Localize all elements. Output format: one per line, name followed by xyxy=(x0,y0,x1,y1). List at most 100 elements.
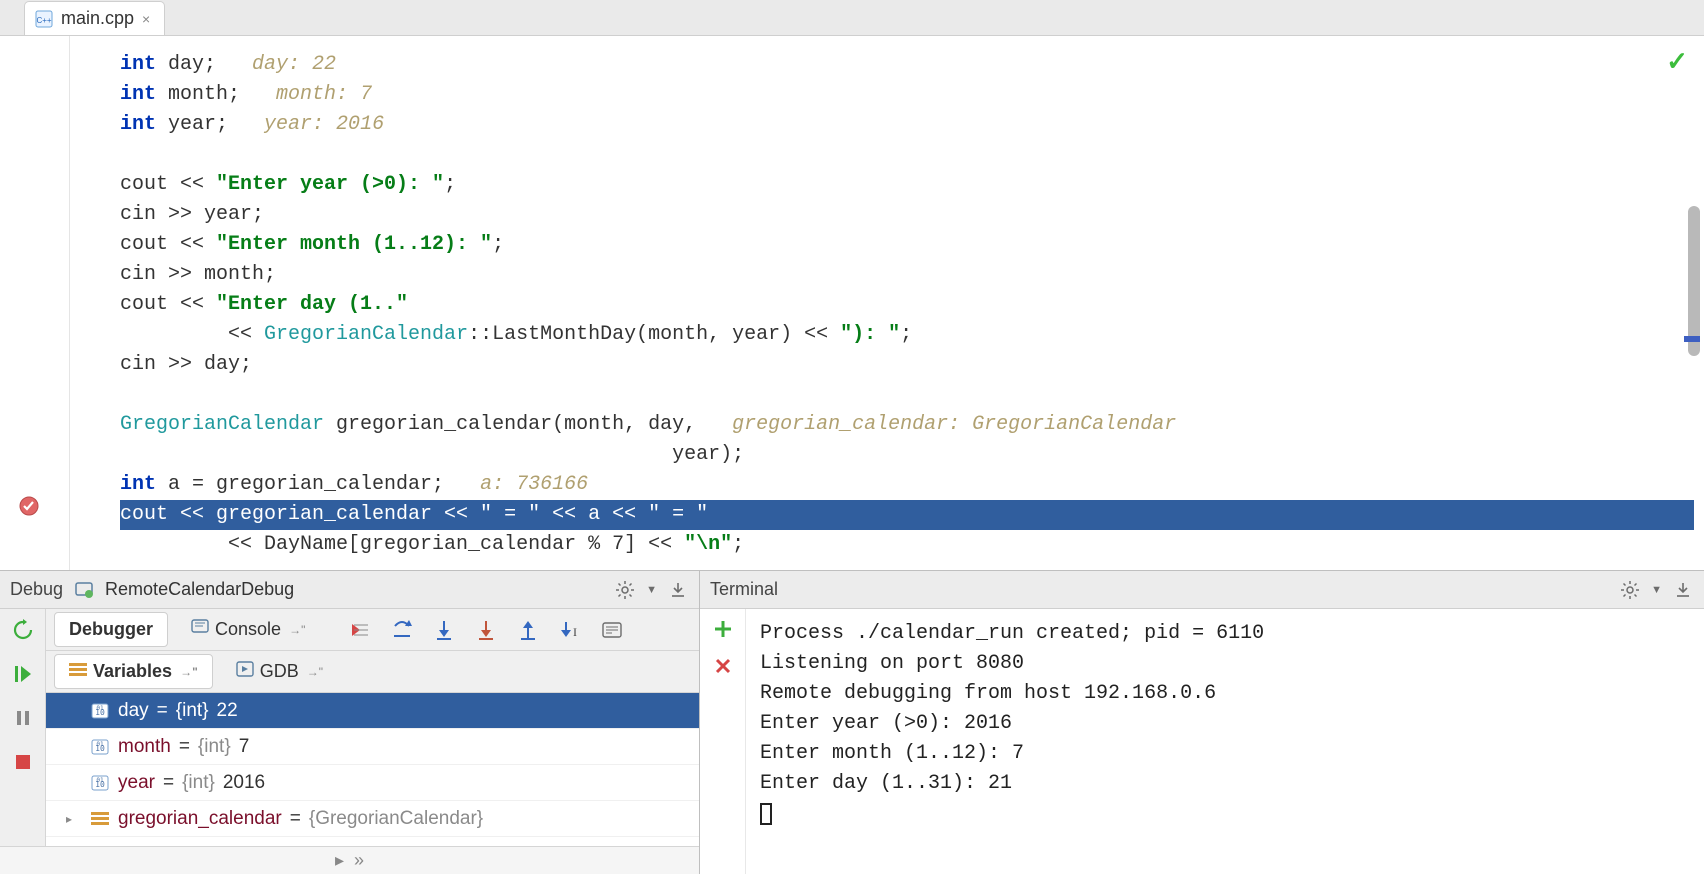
gear-icon[interactable] xyxy=(614,579,636,601)
code-line[interactable]: cin >> day; xyxy=(120,350,1694,380)
debugger-tabs: Debugger Console →" xyxy=(46,609,699,651)
scrollbar-thumb[interactable] xyxy=(1688,206,1700,356)
force-step-into-button[interactable] xyxy=(474,618,498,642)
resume-button[interactable] xyxy=(10,661,36,687)
code-line[interactable] xyxy=(120,140,1694,170)
scrollbar-marker xyxy=(1684,336,1700,342)
gear-dropdown-icon[interactable]: ▼ xyxy=(1651,584,1662,596)
variables-list[interactable]: 1001day = {int} 221001month = {int} 7100… xyxy=(46,693,699,846)
breakpoint-icon[interactable] xyxy=(18,495,40,517)
cpp-file-icon: C++ xyxy=(35,10,53,28)
variable-type-icon: 1001 xyxy=(90,737,110,757)
terminal-header: Terminal ▼ xyxy=(700,571,1704,609)
terminal-body: Process ./calendar_run created; pid = 61… xyxy=(700,609,1704,874)
variable-row[interactable]: 1001month = {int} 7 xyxy=(46,729,699,765)
variable-row[interactable]: 1001year = {int} 2016 xyxy=(46,765,699,801)
step-toolbar: I xyxy=(348,618,624,642)
terminal-title: Terminal xyxy=(710,579,778,600)
variable-name: year xyxy=(118,772,155,794)
code-line[interactable]: int month; month: 7 xyxy=(120,80,1694,110)
debugger-subtabs: Variables →" GDB →" xyxy=(46,651,699,693)
code-line[interactable]: int day; day: 22 xyxy=(120,50,1694,80)
variable-value: 2016 xyxy=(223,772,265,794)
step-out-button[interactable] xyxy=(516,618,540,642)
code-area[interactable]: int day; day: 22int month; month: 7int y… xyxy=(70,36,1704,570)
chevron-right-icon: ▸ xyxy=(335,850,344,871)
variable-type-icon: 1001 xyxy=(90,773,110,793)
code-line[interactable]: GregorianCalendar gregorian_calendar(mon… xyxy=(120,410,1694,440)
analysis-ok-icon: ✓ xyxy=(1666,46,1688,77)
tab-gdb[interactable]: GDB →" xyxy=(221,654,338,689)
variable-value: 22 xyxy=(217,700,238,722)
terminal-tool-window: Terminal ▼ Process ./calendar_run create… xyxy=(700,571,1704,874)
stop-button[interactable] xyxy=(10,749,36,775)
gear-dropdown-icon[interactable]: ▼ xyxy=(646,584,657,596)
code-line[interactable]: cout << "Enter year (>0): "; xyxy=(120,170,1694,200)
svg-text:01: 01 xyxy=(96,741,104,748)
variable-row[interactable]: ▸gregorian_calendar = {GregorianCalendar… xyxy=(46,801,699,837)
code-editor[interactable]: int day; day: 22int month; month: 7int y… xyxy=(0,36,1704,571)
tab-console[interactable]: Console →" xyxy=(176,612,320,647)
variable-type: {int} xyxy=(182,772,215,794)
run-config-icon[interactable] xyxy=(73,579,95,601)
debug-inner: Debugger Console →" xyxy=(46,609,699,846)
step-into-button[interactable] xyxy=(432,618,456,642)
code-line[interactable]: year); xyxy=(120,440,1694,470)
code-line[interactable]: int year; year: 2016 xyxy=(120,110,1694,140)
close-icon[interactable]: × xyxy=(142,11,150,27)
show-execution-point-button[interactable] xyxy=(348,618,372,642)
variable-name: month xyxy=(118,736,171,758)
new-session-button[interactable] xyxy=(713,619,733,639)
debug-header: Debug RemoteCalendarDebug ▼ xyxy=(0,571,699,609)
code-line[interactable]: int a = gregorian_calendar; a: 736166 xyxy=(120,470,1694,500)
variable-type-icon xyxy=(90,809,110,829)
code-line[interactable]: cin >> year; xyxy=(120,200,1694,230)
variable-type: {GregorianCalendar} xyxy=(309,808,483,830)
step-over-button[interactable] xyxy=(390,618,414,642)
editor-scrollbar[interactable] xyxy=(1688,36,1700,570)
terminal-output[interactable]: Process ./calendar_run created; pid = 61… xyxy=(746,609,1704,874)
expand-chevron-icon[interactable]: ▸ xyxy=(66,812,82,826)
pause-button[interactable] xyxy=(10,705,36,731)
svg-text:01: 01 xyxy=(96,777,104,784)
variable-value: 7 xyxy=(239,736,250,758)
code-line[interactable]: << GregorianCalendar::LastMonthDay(month… xyxy=(120,320,1694,350)
debug-config-name: RemoteCalendarDebug xyxy=(105,579,294,600)
gear-icon[interactable] xyxy=(1619,579,1641,601)
run-to-cursor-button[interactable]: I xyxy=(558,618,582,642)
pin-icon[interactable]: →" xyxy=(180,665,198,679)
evaluate-expression-button[interactable] xyxy=(600,618,624,642)
rerun-button[interactable] xyxy=(10,617,36,643)
terminal-toolbar xyxy=(700,609,746,874)
tab-gdb-label: GDB xyxy=(260,661,299,682)
debug-tool-window: Debug RemoteCalendarDebug ▼ xyxy=(0,571,700,874)
code-line[interactable]: cout << gregorian_calendar << " = " << a… xyxy=(120,500,1694,530)
code-line[interactable] xyxy=(120,380,1694,410)
close-session-button[interactable] xyxy=(714,657,732,675)
code-line[interactable]: << DayName[gregorian_calendar % 7] << "\… xyxy=(120,530,1694,560)
console-icon xyxy=(191,619,209,640)
code-line[interactable]: cout << "Enter day (1.." xyxy=(120,290,1694,320)
variable-row[interactable]: 1001day = {int} 22 xyxy=(46,693,699,729)
terminal-cursor xyxy=(760,803,772,825)
download-icon[interactable] xyxy=(1672,579,1694,601)
tab-variables[interactable]: Variables →" xyxy=(54,654,213,689)
more-tools-button[interactable]: ▸ » xyxy=(0,846,699,874)
tab-debugger[interactable]: Debugger xyxy=(54,612,168,647)
bottom-panels: Debug RemoteCalendarDebug ▼ xyxy=(0,571,1704,874)
download-icon[interactable] xyxy=(667,579,689,601)
pin-icon[interactable]: →" xyxy=(307,665,323,679)
editor-tab[interactable]: C++ main.cpp × xyxy=(24,1,165,35)
variable-type-icon: 1001 xyxy=(90,701,110,721)
variable-type: {int} xyxy=(198,736,231,758)
gdb-icon xyxy=(236,661,254,682)
pin-icon[interactable]: →" xyxy=(289,623,305,637)
editor-gutter[interactable] xyxy=(0,36,70,570)
debug-body: Debugger Console →" xyxy=(0,609,699,846)
svg-text:I: I xyxy=(573,625,577,639)
editor-tab-bar: C++ main.cpp × xyxy=(0,0,1704,36)
variable-type: {int} xyxy=(176,700,209,722)
code-line[interactable]: cout << "Enter month (1..12): "; xyxy=(120,230,1694,260)
editor-tab-label: main.cpp xyxy=(61,8,134,29)
code-line[interactable]: cin >> month; xyxy=(120,260,1694,290)
